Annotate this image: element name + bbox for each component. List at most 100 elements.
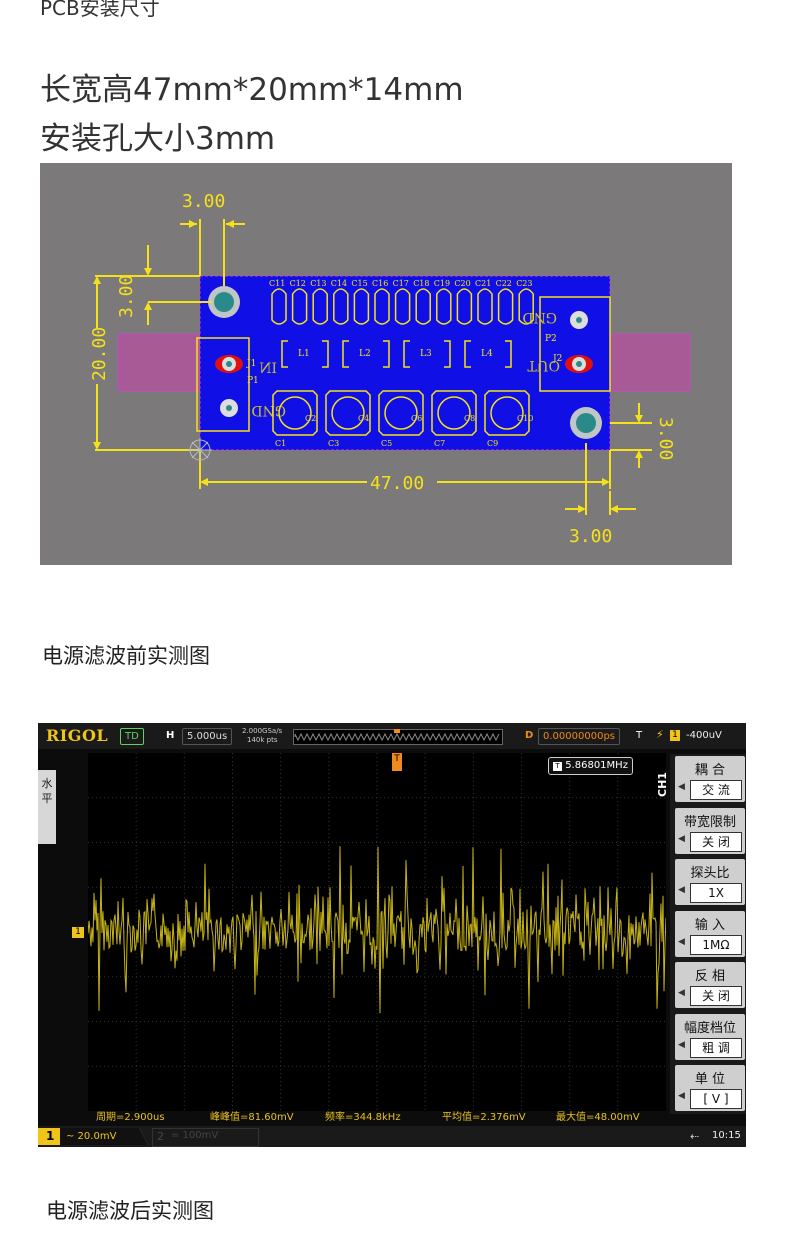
inductor-label: L3 (420, 349, 432, 359)
ch1-status-tab[interactable]: 1 ~ 20.0mV (38, 1128, 148, 1145)
menu-item-title: 输 入 (694, 917, 726, 933)
waveform-overview (293, 729, 503, 745)
menu-arrow-icon: ◀ (678, 1091, 685, 1101)
output-gnd-pad-hole (576, 317, 582, 323)
capacitor-top-label: C19 (434, 279, 450, 288)
horizontal-label: H (166, 730, 175, 741)
menu-item-value: 1X (690, 883, 742, 903)
menu-item-value: 关 闭 (690, 831, 742, 852)
menu-item-title: 幅度档位 (683, 1020, 736, 1036)
trigger-edge-icon: ⚡ (656, 728, 664, 741)
measurement-readout: 峰峰值=81.60mV (210, 1112, 294, 1123)
input-gnd-pad-hole (226, 405, 232, 411)
capacitor-top-label: C21 (475, 279, 491, 288)
ch1-scale: ~ 20.0mV (60, 1128, 148, 1145)
ch1-offset-marker: 1 (72, 927, 84, 938)
caption-after-filter: 电源滤波后实测图 (46, 1199, 214, 1223)
mount-hole-top-left-inner (214, 292, 234, 312)
label-out: OUT (527, 357, 560, 373)
menu-arrow-icon: ◀ (678, 833, 685, 844)
menu-item[interactable]: 探头比 ◀ 1X (675, 859, 745, 905)
inductor-label: L1 (298, 349, 310, 359)
pcb-svg: J1 P1 IN GND P2 J2 OUT GND C11 C12 C13 C14 C… (89, 191, 691, 547)
left-wire-area (117, 333, 201, 392)
capacitor-bottom-label: C1 (275, 439, 286, 448)
capacitor-top-label: C17 (393, 279, 409, 288)
dim-top-offset: 3.00 (182, 191, 225, 212)
capacitor-bottom-label: C4 (358, 414, 369, 423)
menu-item-title: 反 相 (694, 969, 726, 984)
timebase-value[interactable]: 5.000us (182, 728, 233, 745)
menu-arrow-icon: ◀ (678, 885, 685, 895)
ch1-number: 1 (46, 1129, 55, 1143)
menu-item[interactable]: 反 相 ◀ 关 闭 (675, 962, 745, 1008)
scope-status-bar: 1 ~ 20.0mV 2 = 100mV ⇠ 10:15 (38, 1126, 746, 1147)
delay-value[interactable]: 0.00000000ps (538, 728, 620, 745)
counter-icon: T (553, 762, 562, 771)
capacitor-top-label: C13 (310, 279, 326, 288)
spec-hole-size: 安装孔大小3mm (40, 121, 276, 157)
measurement-readout: 周期=2.900us (96, 1112, 165, 1123)
capacitor-top-label: C20 (454, 279, 470, 288)
delay-label: D (525, 730, 534, 741)
capacitor-top-label: C22 (496, 279, 512, 288)
output-pad-hole (576, 361, 582, 367)
measurement-readout: 最大值=48.00mV (556, 1112, 640, 1123)
oscilloscope-screenshot: RIGOL TD H 5.000us 2.000GSa/s 140k pts D… (38, 723, 746, 1147)
capacitor-bottom-label: C6 (411, 414, 422, 423)
menu-item[interactable]: 耦 合 ◀ 交 流 (675, 756, 745, 802)
label-j1: J1 (246, 359, 256, 369)
capacitor-top-label: C14 (331, 279, 347, 288)
capacitor-top-label: C16 (372, 279, 388, 288)
input-pad-hole (226, 361, 232, 367)
trigger-label: T (636, 730, 643, 741)
measurement-readout: 频率=344.8kHz (325, 1112, 401, 1123)
dim-right-offset: 3.00 (569, 526, 612, 547)
menu-item-value: 粗 调 (690, 1037, 742, 1058)
capacitor-bottom-label: C5 (381, 439, 392, 448)
section-heading: PCB安装尺寸 (40, 0, 160, 20)
capacitor-bottom-label: C3 (328, 439, 339, 448)
menu-item-title: 耦 合 (694, 763, 726, 778)
dim-left-offset: 3.00 (116, 275, 137, 318)
ch2-number: 2 (157, 1130, 164, 1143)
horizontal-menu-tab[interactable]: 水平 (38, 770, 56, 844)
menu-arrow-icon: ◀ (678, 936, 685, 947)
ch2-scale: = 100mV (171, 1130, 219, 1141)
ch2-status-tab[interactable]: 2 = 100mV (152, 1128, 259, 1147)
menu-arrow-icon: ◀ (678, 988, 685, 998)
menu-item[interactable]: 幅度档位 ◀ 粗 调 (675, 1013, 745, 1060)
scope-graticule (88, 753, 666, 1111)
trigger-level[interactable]: -400uV (682, 728, 726, 743)
menu-arrow-icon: ◀ (678, 782, 685, 792)
ch1-menu: CH1 耦 合 ◀ 交 流带宽限制 ◀ 关 闭探头比 ◀ 1X 输 入 ◀ 1MΩ 反 相 ◀ 关 闭幅… (656, 754, 746, 1114)
dim-bottom-offset: 3.00 (655, 417, 676, 460)
frequency-counter-value: 5.86801MHz (565, 760, 628, 771)
measurement-readout: 平均值=2.376mV (442, 1112, 526, 1123)
usb-icon: ⇠ (690, 1130, 700, 1143)
menu-item[interactable]: 单 位 ◀ [ V ] (675, 1065, 745, 1111)
menu-item-title: 探头比 (690, 866, 730, 881)
pcb-dimension-drawing: J1 P1 IN GND P2 J2 OUT GND C11 C12 C13 C14 C… (40, 163, 732, 565)
menu-channel-tag: CH1 (655, 772, 669, 797)
menu-item-title: 带宽限制 (683, 814, 736, 830)
capacitor-bottom-label: C10 (517, 414, 533, 423)
label-in: IN (259, 361, 277, 377)
capacitor-bottom-label: C2 (305, 414, 316, 423)
capacitor-bottom-label: C7 (434, 439, 445, 448)
menu-arrow-icon: ◀ (678, 1039, 685, 1050)
menu-item[interactable]: 带宽限制 ◀ 关 闭 (675, 807, 745, 854)
inductor-label: L2 (359, 349, 371, 359)
capacitor-top-label: C12 (290, 279, 306, 288)
capacitor-top-label: C18 (413, 279, 429, 288)
menu-item[interactable]: 输 入 ◀ 1MΩ (675, 910, 745, 957)
frequency-counter: T 5.86801MHz (548, 757, 633, 775)
capacitor-top-label: C11 (269, 279, 285, 288)
right-wire-area (609, 333, 691, 392)
capacitor-top-label: C23 (516, 279, 532, 288)
dim-width: 47.00 (370, 473, 424, 494)
label-gnd-right: GND (522, 309, 557, 325)
label-p1: P1 (247, 376, 259, 386)
mount-hole-bottom-right-inner (576, 413, 596, 433)
capacitor-bottom-label: C9 (487, 439, 498, 448)
